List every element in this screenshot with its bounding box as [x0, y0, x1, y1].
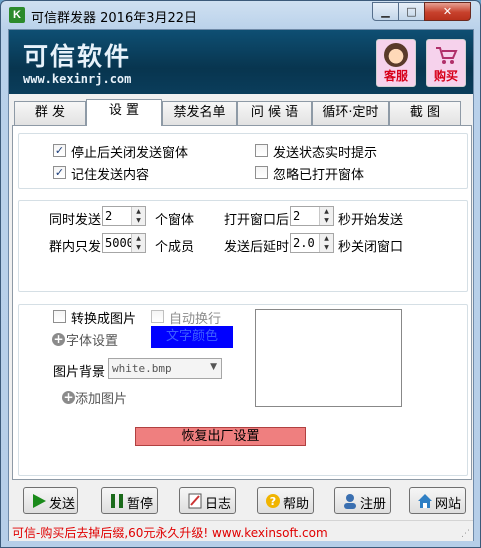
auto-wrap-checkbox[interactable]: 自动换行: [151, 308, 251, 327]
help-button[interactable]: ? 帮助: [257, 487, 314, 514]
close-button[interactable]: ✕: [424, 2, 471, 21]
text-color-swatch[interactable]: 文字颜色: [151, 326, 233, 348]
log-icon: [187, 493, 203, 509]
font-settings-link[interactable]: 字体设置: [66, 330, 118, 349]
status-bar: 可信-购买后去掉后缀,60元永久升级! www.kexinsoft.com ⋰: [9, 520, 473, 541]
help-icon: ?: [265, 493, 281, 509]
tab-screenshot[interactable]: 截 图: [389, 101, 461, 125]
image-options-group: 转换成图片 自动换行 + 字体设置 文字颜色 图片背景 white.bmp ▼ …: [18, 304, 468, 476]
after-send-spinner[interactable]: 2.0 ▲ ▼: [290, 233, 334, 253]
timing-group: 同时发送 2 ▲ ▼ 个窗体 打开窗口后 2 ▲ ▼ 秒开始发送 群内只发 5000…: [18, 200, 468, 292]
pause-button[interactable]: 暂停: [101, 487, 158, 514]
support-agent-icon: [384, 43, 408, 67]
tab-loop-timer[interactable]: 循环·定时: [312, 101, 389, 125]
group-only-label: 群内只发: [49, 240, 102, 255]
tab-mass-send[interactable]: 群 发: [14, 101, 86, 125]
status-message: 可信-购买后去掉后缀,60元永久升级! www.kexinsoft.com: [12, 526, 328, 540]
remember-content-checkbox[interactable]: ✓ 记住发送内容: [53, 164, 173, 183]
spinner-arrows[interactable]: ▲ ▼: [131, 207, 145, 225]
group-only-spinner[interactable]: 5000 ▲ ▼: [102, 233, 146, 253]
buy-button[interactable]: 购买: [426, 39, 466, 87]
spinner-arrows[interactable]: ▲ ▼: [131, 234, 145, 252]
after-open-unit-label: 秒开始发送: [338, 213, 404, 228]
log-button[interactable]: 日志: [179, 487, 236, 514]
reset-defaults-button[interactable]: 恢复出厂设置: [135, 427, 306, 446]
simultaneous-label: 同时发送: [49, 213, 102, 228]
app-icon: K: [9, 7, 25, 23]
website-button[interactable]: 网站: [409, 487, 466, 514]
home-icon: [417, 493, 433, 509]
close-after-stop-checkbox[interactable]: ✓ 停止后关闭发送窗体: [53, 142, 193, 161]
image-preview: [255, 309, 402, 407]
after-send-unit-label: 秒关闭窗口: [338, 240, 404, 255]
banner: 可信软件 www.kexinrj.com 客服 购买: [9, 30, 473, 94]
customer-service-label: 客服: [383, 69, 408, 83]
title-bar: K 可信群发器 2016年3月22日 ▁ □ ✕: [1, 1, 480, 29]
user-icon: [342, 493, 358, 509]
pause-icon: [109, 493, 125, 509]
svg-text:?: ?: [270, 495, 276, 508]
shopping-cart-icon: [434, 43, 458, 67]
image-bg-select[interactable]: white.bmp ▼: [108, 358, 222, 379]
tab-greetings[interactable]: 问 候 语: [237, 101, 312, 125]
realtime-status-checkbox[interactable]: 发送状态实时提示: [255, 142, 395, 161]
play-icon: [31, 493, 47, 509]
add-image-link[interactable]: 添加图片: [75, 388, 127, 407]
client-area: 可信软件 www.kexinrj.com 客服 购买 群 发 设 置 禁发名单 …: [8, 29, 474, 541]
after-open-label: 打开窗口后: [224, 213, 290, 228]
convert-to-image-checkbox[interactable]: 转换成图片: [53, 308, 153, 327]
main-window: K 可信群发器 2016年3月22日 ▁ □ ✕ 可信软件 www.kexinr…: [0, 0, 481, 548]
after-open-spinner[interactable]: 2 ▲ ▼: [290, 206, 334, 226]
checkmark-icon: ✓: [53, 144, 66, 157]
image-bg-label: 图片背景: [53, 365, 106, 380]
tab-settings[interactable]: 设 置: [86, 99, 162, 126]
resize-grip-icon[interactable]: ⋰: [461, 529, 470, 539]
checkmark-icon: ✓: [53, 166, 66, 179]
ignore-open-windows-checkbox[interactable]: 忽略已打开窗体: [255, 164, 375, 183]
send-button[interactable]: 发送: [23, 487, 78, 514]
chevron-down-icon: ▼: [210, 362, 217, 372]
spinner-arrows[interactable]: ▲ ▼: [319, 207, 333, 225]
member-unit-label: 个成员: [155, 240, 195, 255]
tab-blacklist[interactable]: 禁发名单: [162, 101, 237, 125]
window-unit-label: 个窗体: [155, 213, 195, 228]
plus-icon: +: [62, 390, 75, 404]
simultaneous-spinner[interactable]: 2 ▲ ▼: [102, 206, 146, 226]
tab-strip: 群 发 设 置 禁发名单 问 候 语 循环·定时 截 图: [12, 99, 472, 126]
brand-logo: 可信软件: [23, 42, 132, 71]
minimize-button[interactable]: ▁: [372, 2, 399, 21]
buy-label: 购买: [433, 69, 458, 83]
general-options-group: ✓ 停止后关闭发送窗体 发送状态实时提示 ✓ 记住发送内容 忽略已打开窗体: [18, 133, 468, 189]
spinner-arrows[interactable]: ▲ ▼: [319, 234, 333, 252]
customer-service-button[interactable]: 客服: [376, 39, 416, 87]
plus-icon: +: [52, 332, 65, 346]
after-send-label: 发送后延时: [224, 240, 290, 255]
maximize-button[interactable]: □: [398, 2, 425, 21]
brand-url: www.kexinrj.com: [23, 72, 132, 86]
settings-panel: ✓ 停止后关闭发送窗体 发送状态实时提示 ✓ 记住发送内容 忽略已打开窗体 同时…: [12, 125, 472, 480]
window-title: 可信群发器 2016年3月22日: [31, 11, 198, 26]
register-button[interactable]: 注册: [334, 487, 391, 514]
